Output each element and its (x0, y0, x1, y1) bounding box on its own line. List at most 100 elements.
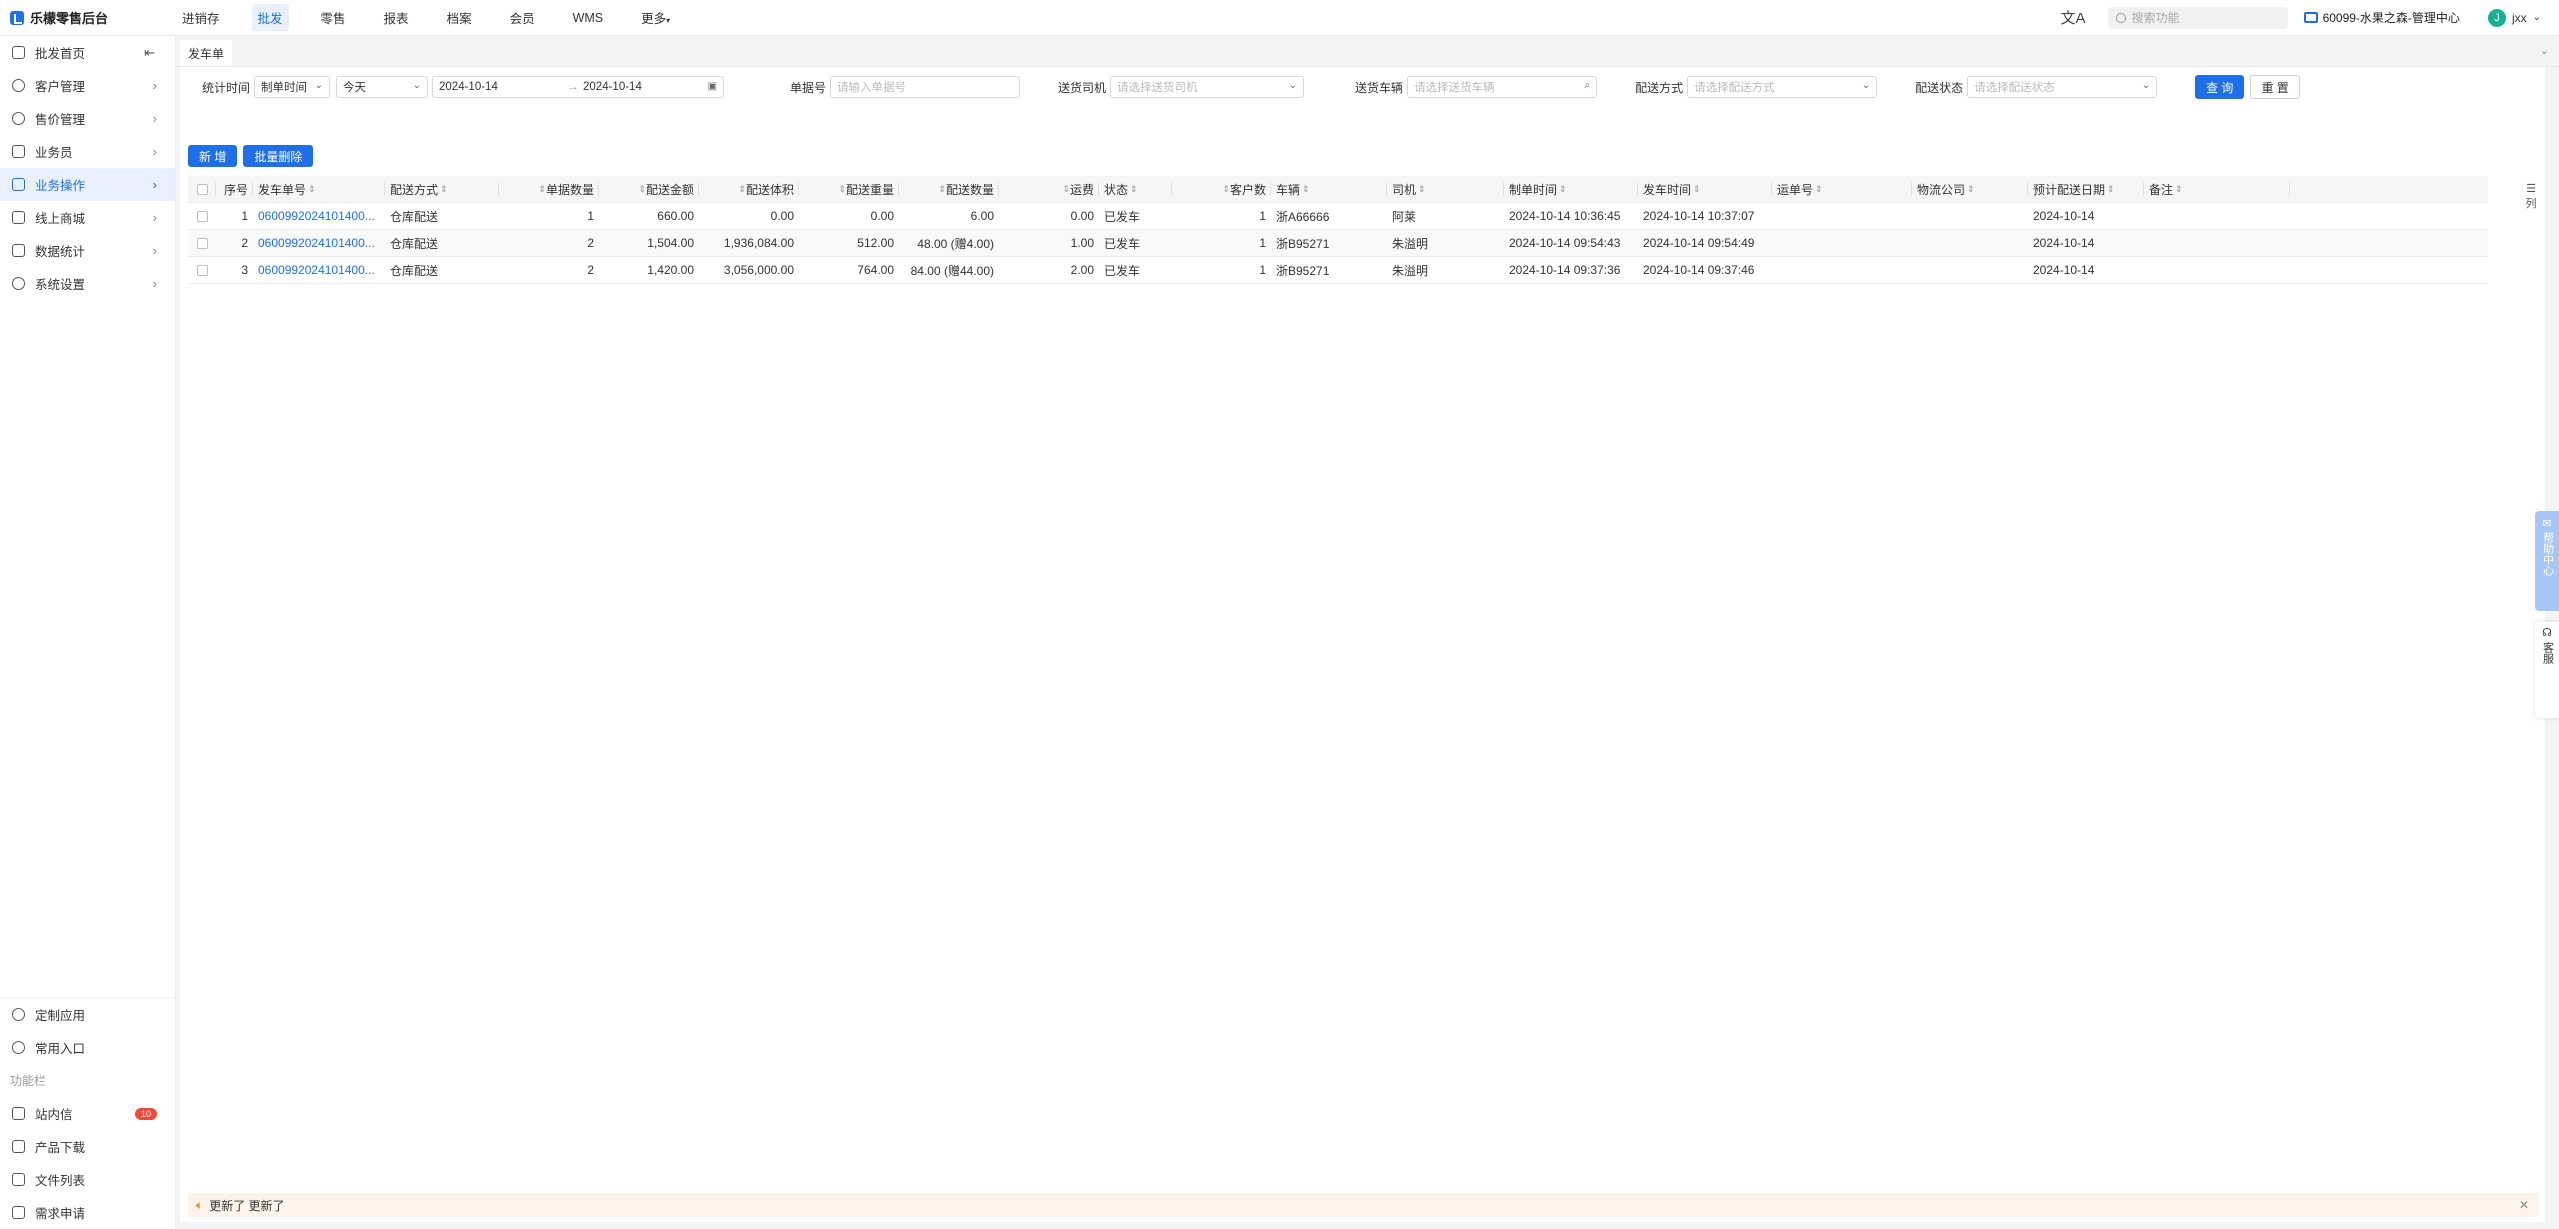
time-type-select[interactable]: 制单时间 ⌄ (254, 76, 331, 98)
col-header-freight[interactable]: ⇕ 运费 (999, 176, 1099, 202)
sort-icon[interactable]: ⇕ (1302, 184, 1310, 195)
sort-icon[interactable]: ⇕ (838, 184, 846, 195)
col-header-logistics[interactable]: 物流公司 ⇕ (1912, 176, 2028, 202)
col-header-method[interactable]: 配送方式 ⇕ (385, 176, 499, 202)
sidebar-item-wholesale-home[interactable]: 批发首页 ⇤ (0, 36, 175, 69)
nav-item-members[interactable]: 会员 (504, 4, 541, 31)
nav-item-inventory[interactable]: 进销存 (176, 4, 226, 31)
nav-item-more[interactable]: 更多▾ (635, 4, 676, 31)
sidebar-item-statistics[interactable]: 数据统计 › (0, 234, 175, 267)
driver-label: 送货司机 (1058, 80, 1107, 95)
sidebar-item-online-mall[interactable]: 线上商城 › (0, 201, 175, 234)
column-settings-button[interactable]: ☰ 列 (2523, 182, 2539, 212)
nav-item-archives[interactable]: 档案 (441, 4, 478, 31)
col-header-created-time[interactable]: 制单时间 ⇕ (1504, 176, 1638, 202)
sort-icon[interactable]: ⇕ (538, 184, 546, 195)
sort-icon[interactable]: ⇕ (1062, 184, 1070, 195)
row-checkbox[interactable] (196, 264, 208, 276)
sidebar-item-downloads[interactable]: 产品下载 (0, 1130, 175, 1163)
cell-dispatch-no-link[interactable]: 0600992024101400... (253, 257, 385, 283)
sort-icon[interactable]: ⇕ (938, 184, 946, 195)
col-header-dispatch-no[interactable]: 发车单号 ⇕ (253, 176, 385, 202)
status-select[interactable]: 请选择配送状态 ⌄ (1967, 76, 2158, 98)
query-button[interactable]: 查 询 (2195, 75, 2245, 99)
brand[interactable]: 乐檬零售后台 (0, 8, 176, 27)
date-from[interactable]: 2024-10-14 (439, 81, 567, 93)
sort-icon[interactable]: ⇕ (2107, 184, 2115, 195)
driver-select[interactable]: 请选择送货司机 ⌄ (1110, 76, 1305, 98)
col-header-volume[interactable]: ⇕ 配送体积 (699, 176, 799, 202)
col-header-weight[interactable]: ⇕ 配送重量 (799, 176, 899, 202)
customer-service-button[interactable]: ☊ 客服 (2535, 622, 2559, 718)
col-header-driver[interactable]: 司机 ⇕ (1387, 176, 1504, 202)
vehicle-select[interactable]: 请选择送货车辆 ⌕ (1407, 76, 1598, 98)
sidebar-item-common-entry[interactable]: 常用入口 (0, 1031, 175, 1064)
sort-icon[interactable]: ⇕ (1559, 184, 1567, 195)
announcement-text[interactable]: 更新了 更新了 (209, 1197, 284, 1214)
sidebar-item-settings[interactable]: 系统设置 › (0, 267, 175, 300)
avatar[interactable]: J (2487, 8, 2506, 27)
status-placeholder: 请选择配送状态 (1974, 82, 2055, 94)
sidebar-item-customers[interactable]: 客户管理 › (0, 69, 175, 102)
col-header-quantity[interactable]: ⇕ 配送数量 (899, 176, 999, 202)
collapse-sidebar-icon[interactable]: ⇤ (144, 45, 155, 61)
sort-icon[interactable]: ⇕ (1418, 184, 1426, 195)
sort-icon[interactable]: ⇕ (1222, 184, 1230, 195)
nav-item-wholesale[interactable]: 批发 (251, 4, 289, 31)
period-select[interactable]: 今天 ⌄ (336, 76, 429, 98)
col-header-customers[interactable]: ⇕ 客户数 (1172, 176, 1271, 202)
translate-icon[interactable]: 文A (2061, 7, 2086, 28)
select-all-checkbox[interactable] (196, 183, 208, 195)
col-header-dispatch-time[interactable]: 发车时间 ⇕ (1638, 176, 1772, 202)
col-header-vehicle[interactable]: 车辆 ⇕ (1271, 176, 1387, 202)
col-header-status[interactable]: 状态 ⇕ (1099, 176, 1172, 202)
sidebar-item-messages[interactable]: 站内信 10 (0, 1097, 175, 1130)
chevron-down-icon[interactable]: ⌄ (2540, 44, 2549, 57)
table-row[interactable]: 3 0600992024101400... 仓库配送 2 1,420.00 3,… (188, 257, 2488, 284)
tab-dispatch-orders[interactable]: 发车单 (180, 40, 233, 66)
chevron-down-icon[interactable]: ⌄ (2533, 12, 2541, 23)
col-header-amount[interactable]: ⇕ 配送金额 (599, 176, 699, 202)
table-row[interactable]: 1 0600992024101400... 仓库配送 1 660.00 0.00… (188, 203, 2488, 230)
col-header-remark[interactable]: 备注 ⇕ (2144, 176, 2290, 202)
sort-icon[interactable]: ⇕ (638, 184, 646, 195)
cell-dispatch-no-link[interactable]: 0600992024101400... (253, 203, 385, 229)
bill-no-input[interactable]: 请输入单据号 (830, 76, 1021, 98)
sort-icon[interactable]: ⇕ (1130, 184, 1138, 195)
batch-delete-button[interactable]: 批量删除 (243, 145, 314, 167)
sort-icon[interactable]: ⇕ (1693, 184, 1701, 195)
reset-button[interactable]: 重 置 (2250, 75, 2300, 99)
help-center-button[interactable]: ✉ 帮助中心 (2535, 511, 2559, 611)
col-header-expected-date[interactable]: 预计配送日期 ⇕ (2028, 176, 2144, 202)
speaker-icon: 🔈︎ (196, 1197, 204, 1212)
add-button[interactable]: 新 增 (188, 145, 238, 167)
sort-icon[interactable]: ⇕ (1967, 184, 1975, 195)
sort-icon[interactable]: ⇕ (2175, 184, 2183, 195)
method-select[interactable]: 请选择配送方式 ⌄ (1687, 76, 1878, 98)
sidebar-item-salesman[interactable]: 业务员 › (0, 135, 175, 168)
user-name[interactable]: jxx (2512, 11, 2527, 25)
nav-item-retail[interactable]: 零售 (315, 4, 352, 31)
sort-icon[interactable]: ⇕ (1815, 184, 1823, 195)
sort-icon[interactable]: ⇕ (308, 184, 316, 195)
sort-icon[interactable]: ⇕ (738, 184, 746, 195)
date-to[interactable]: 2024-10-14 (583, 81, 642, 93)
nav-item-wms[interactable]: WMS (567, 7, 610, 29)
function-search-input[interactable]: 搜索功能 (2107, 6, 2288, 29)
row-checkbox[interactable] (196, 237, 208, 249)
store-selector[interactable]: 60099-水果之森-管理中心 (2303, 9, 2460, 26)
col-header-bill-count[interactable]: ⇕ 单据数量 (499, 176, 599, 202)
sidebar-item-requests[interactable]: 需求申请 (0, 1196, 175, 1229)
table-row[interactable]: 2 0600992024101400... 仓库配送 2 1,504.00 1,… (188, 230, 2488, 257)
sidebar-item-files[interactable]: 文件列表 (0, 1163, 175, 1196)
cell-dispatch-no-link[interactable]: 0600992024101400... (253, 230, 385, 256)
col-header-waybill-no[interactable]: 运单号 ⇕ (1772, 176, 1912, 202)
date-range-picker[interactable]: 2024-10-14 → 2024-10-14 ▣ (432, 76, 725, 98)
row-checkbox[interactable] (196, 210, 208, 222)
close-icon[interactable]: ✕ (2519, 1198, 2529, 1212)
nav-item-reports[interactable]: 报表 (378, 4, 415, 31)
sidebar-item-operations[interactable]: 业务操作 › (0, 168, 175, 201)
sidebar-item-custom-apps[interactable]: 定制应用 (0, 998, 175, 1031)
sidebar-item-pricing[interactable]: 售价管理 › (0, 102, 175, 135)
sort-icon[interactable]: ⇕ (440, 184, 448, 195)
